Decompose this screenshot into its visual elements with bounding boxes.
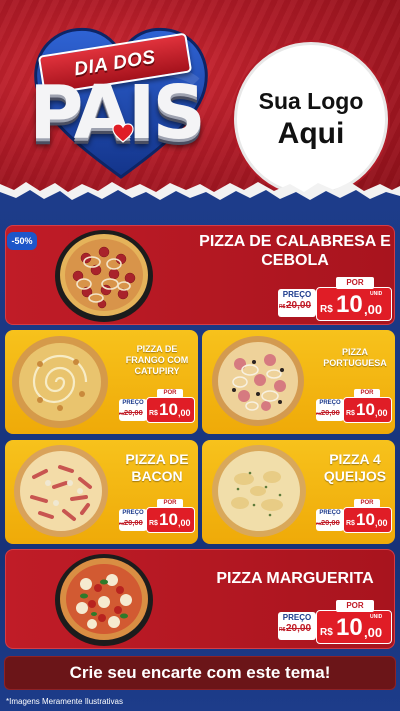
- price-tag: PREÇO R$ 20,00 R$ 10 ,00 UNID POR: [276, 600, 394, 644]
- new-price-box: R$ 10 ,00: [343, 397, 392, 423]
- price-tag: PREÇO R$ 20,00 R$ 10 ,00 POR: [316, 499, 392, 533]
- unit-label: UNID: [370, 614, 383, 620]
- price-integer: 10: [159, 400, 178, 419]
- queijos-pizza-image: [212, 445, 306, 537]
- old-price-box: PREÇO R$ 20,00: [119, 399, 147, 421]
- old-price-box: PREÇO R$ 20,00: [278, 289, 316, 317]
- product-name: PIZZA MARGUERITA: [216, 570, 374, 587]
- currency-label: R$: [149, 520, 158, 527]
- old-price: 20,00: [124, 408, 143, 417]
- cta-banner[interactable]: Crie seu encarte com este tema!: [4, 656, 396, 690]
- currency-label: R$: [346, 410, 355, 417]
- por-label: POR: [336, 277, 374, 289]
- product-name: PIZZA 4 QUEIJOS: [323, 451, 387, 484]
- new-price-box: R$ 10 ,00: [343, 507, 392, 533]
- preco-label: PREÇO: [319, 510, 341, 516]
- price-integer: 10: [336, 614, 363, 641]
- preco-label: PREÇO: [282, 613, 312, 622]
- pais-title: PAIS: [29, 70, 206, 156]
- por-label: POR: [354, 499, 380, 508]
- old-price: 20,00: [124, 518, 143, 527]
- price-tag: PREÇO R$ 20,00 R$ 10 ,00 UNID POR: [276, 277, 394, 321]
- por-label: POR: [354, 389, 380, 398]
- old-price-prefix: R$: [279, 627, 286, 633]
- cta-text: Crie seu encarte com este tema!: [69, 663, 331, 682]
- preco-label: PREÇO: [122, 510, 144, 516]
- price-tag: PREÇO R$ 20,00 R$ 10 ,00 POR: [316, 389, 392, 423]
- logo-text-line1: Sua Logo: [258, 88, 364, 114]
- old-price: 20,00: [286, 300, 312, 311]
- new-price-box: R$ 10 ,00 UNID: [316, 287, 392, 321]
- header-banner: DIA DOS PAIS Sua Logo Aqui: [0, 0, 400, 196]
- currency-label: R$: [320, 627, 333, 638]
- price-integer: 10: [159, 510, 178, 529]
- bacon-pizza-image: [14, 445, 108, 537]
- product-name: PIZZA DE FRANGO COM CATUPIRY: [125, 344, 189, 376]
- currency-label: R$: [320, 304, 333, 315]
- discount-badge: -50%: [7, 232, 37, 250]
- price-cents: ,00: [375, 518, 388, 528]
- product-name: PIZZA PORTUGUESA: [323, 347, 387, 368]
- preco-label: PREÇO: [122, 400, 144, 406]
- old-price-prefix: R$: [279, 304, 286, 310]
- product-name: PIZZA DE CALABRESA E CEBOLA: [199, 233, 391, 269]
- price-integer: 10: [336, 291, 363, 318]
- old-price: 20,00: [321, 408, 340, 417]
- preco-label: PREÇO: [282, 290, 312, 299]
- price-cents: ,00: [178, 518, 191, 528]
- unit-label: UNID: [370, 291, 383, 297]
- price-tag: PREÇO R$ 20,00 R$ 10 ,00 POR: [119, 499, 195, 533]
- old-price-box: PREÇO R$ 20,00: [278, 612, 316, 640]
- currency-label: R$: [149, 410, 158, 417]
- old-price: 20,00: [321, 518, 340, 527]
- new-price-box: R$ 10 ,00: [146, 507, 195, 533]
- price-cents: ,00: [375, 408, 388, 418]
- currency-label: R$: [346, 520, 355, 527]
- price-cents: ,00: [364, 302, 383, 317]
- calabresa-pizza-image: [55, 230, 153, 322]
- frango-pizza-image: [12, 336, 108, 428]
- new-price-box: R$ 10 ,00: [146, 397, 195, 423]
- por-label: POR: [336, 600, 374, 612]
- logo-text-line2: Aqui: [277, 117, 345, 150]
- price-tag: PREÇO R$ 20,00 R$ 10 ,00 POR: [119, 389, 195, 423]
- marguerita-pizza-image: [55, 554, 153, 646]
- preco-label: PREÇO: [319, 400, 341, 406]
- logo-placeholder[interactable]: Sua Logo Aqui: [234, 42, 388, 196]
- old-price-box: PREÇO R$ 20,00: [316, 509, 344, 531]
- price-integer: 10: [356, 400, 375, 419]
- price-cents: ,00: [178, 408, 191, 418]
- price-cents: ,00: [364, 625, 383, 640]
- old-price-box: PREÇO R$ 20,00: [316, 399, 344, 421]
- portuguesa-pizza-image: [212, 336, 304, 426]
- red-heart-icon: [112, 123, 134, 143]
- product-name: PIZZA DE BACON: [125, 451, 189, 484]
- new-price-box: R$ 10 ,00 UNID: [316, 610, 392, 644]
- old-price-box: PREÇO R$ 20,00: [119, 509, 147, 531]
- old-price: 20,00: [286, 623, 312, 634]
- price-integer: 10: [356, 510, 375, 529]
- disclaimer-footnote: *Imagens Meramente Ilustrativas: [6, 697, 123, 706]
- por-label: POR: [157, 389, 183, 398]
- por-label: POR: [157, 499, 183, 508]
